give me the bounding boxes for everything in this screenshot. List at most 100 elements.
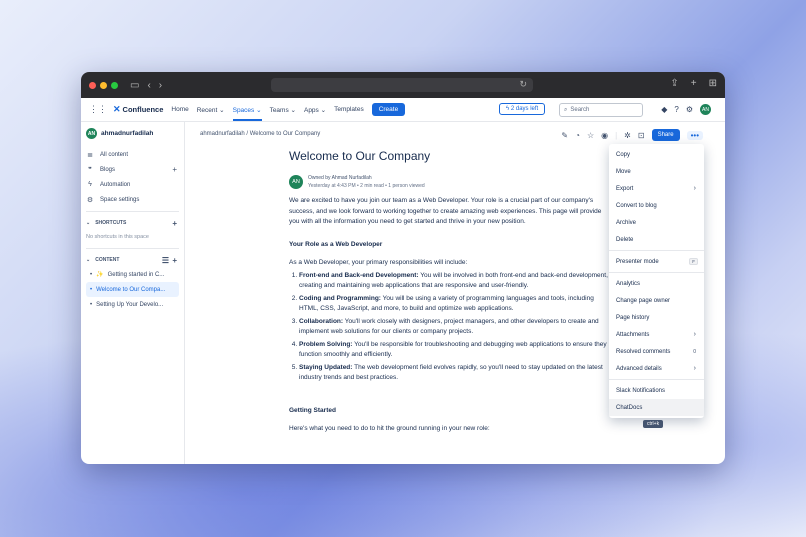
confluence-logo[interactable]: ✕ Confluence — [113, 104, 163, 115]
keyboard-shortcut: F — [689, 258, 698, 265]
menu-item-attachments[interactable]: Attachments › — [609, 326, 704, 343]
menu-item-advanced-details[interactable]: Advanced details › — [609, 360, 704, 377]
breadcrumb-page-link[interactable]: Welcome to Our Company — [250, 131, 321, 137]
menu-divider — [609, 379, 704, 380]
page-meta: Yesterday at 4:43 PM • 2 min read • 1 pe… — [308, 183, 425, 189]
help-icon[interactable]: ? — [674, 105, 678, 114]
notifications-icon[interactable]: ◆ — [661, 105, 667, 114]
menu-item-convert-to-blog[interactable]: Convert to blog — [609, 197, 704, 214]
menu-divider — [609, 272, 704, 273]
menu-item-delete[interactable]: Delete — [609, 231, 704, 248]
sidebar-item-label: Space settings — [100, 196, 140, 203]
menu-item-change-page-owner[interactable]: Change page owner — [609, 292, 704, 309]
lightning-icon: ϟ — [506, 106, 510, 112]
chevron-right-icon: › — [693, 365, 696, 372]
sidebar-toggle-icon[interactable]: ▭ — [130, 80, 139, 91]
shortcuts-section-header[interactable]: ⌄ SHORTCUTS + — [86, 216, 179, 230]
breadcrumb-separator: / — [246, 131, 249, 137]
sidebar-item-all-content[interactable]: ≣ All content — [86, 147, 179, 162]
role-intro: As a Web Developer, your primary respons… — [289, 259, 468, 266]
restrictions-icon[interactable]: ⊡ — [638, 131, 645, 140]
nav-recent[interactable]: Recent ⌄ — [197, 106, 225, 114]
nav-templates[interactable]: Templates — [334, 106, 364, 113]
confluence-logo-icon: ✕ — [113, 104, 121, 114]
menu-item-resolved-comments[interactable]: Resolved comments 0 — [609, 343, 704, 360]
comment-icon[interactable]: ◔ — [575, 131, 580, 140]
ai-icon[interactable]: ✲ — [624, 131, 631, 140]
settings-icon[interactable]: ⚙ — [686, 105, 693, 114]
chevron-right-icon: › — [693, 185, 696, 192]
reload-icon[interactable]: ↻ — [519, 79, 527, 90]
space-header[interactable]: AN ahmadnurfadilah — [86, 128, 179, 139]
resolved-count: 0 — [693, 348, 696, 355]
create-button[interactable]: Create — [371, 103, 406, 116]
trial-button[interactable]: ϟ 2 days left — [499, 103, 546, 115]
content-label: CONTENT — [95, 257, 120, 263]
profile-avatar[interactable]: AN — [700, 104, 711, 115]
menu-item-presenter-mode[interactable]: Presenter mode F — [609, 253, 704, 270]
intro-paragraph: We are excited to have you join our team… — [289, 197, 602, 225]
chevron-right-icon: › — [693, 331, 696, 338]
app-switcher-icon[interactable]: ⋮⋮ — [89, 104, 107, 115]
sidebar-item-blogs[interactable]: ❞ Blogs + — [86, 162, 179, 177]
address-bar[interactable]: ↻ — [271, 78, 533, 92]
menu-item-analytics[interactable]: Analytics — [609, 275, 704, 292]
search-input[interactable]: ⌕ Search — [559, 103, 643, 117]
filter-icon[interactable]: ☰ — [162, 256, 169, 265]
more-actions-button[interactable]: ••• — [686, 130, 703, 140]
confluence-topnav: ⋮⋮ ✕ Confluence Home Recent ⌄ Spaces ⌄ Te… — [81, 98, 725, 122]
watch-icon[interactable]: ◉ — [601, 131, 608, 140]
close-window-button[interactable] — [89, 81, 96, 89]
add-content-icon[interactable]: + — [172, 256, 177, 265]
edit-icon[interactable]: ✎ — [561, 131, 568, 140]
menu-item-slack-notifications[interactable]: Slack Notifications — [609, 382, 704, 399]
list-icon: ≣ — [87, 151, 93, 159]
menu-item-chatdocs[interactable]: ChatDocs — [609, 399, 704, 416]
lightning-icon: ϟ — [88, 181, 92, 188]
star-icon[interactable]: ☆ — [587, 131, 594, 140]
menu-item-archive[interactable]: Archive — [609, 214, 704, 231]
minimize-window-button[interactable] — [100, 81, 107, 89]
chevron-down-icon: ⌄ — [86, 220, 91, 226]
forward-icon[interactable]: › — [159, 80, 162, 91]
menu-item-page-history[interactable]: Page history — [609, 309, 704, 326]
nav-home[interactable]: Home — [171, 106, 188, 113]
menu-item-label: Attachments — [616, 331, 650, 338]
share-icon[interactable]: ⇪ — [670, 78, 678, 89]
more-actions-menu: Copy Move Export › Convert to blog Archiv… — [609, 144, 704, 418]
nav-spaces-label: Spaces — [232, 106, 255, 114]
gear-icon: ⚙ — [86, 196, 94, 204]
back-icon[interactable]: ‹ — [147, 80, 150, 91]
browser-titlebar: ▭ ‹ › ↻ ⇪ + ⊞ — [81, 72, 725, 98]
list-item: Coding and Programming: You will be usin… — [299, 294, 611, 315]
menu-item-export[interactable]: Export › — [609, 180, 704, 197]
add-shortcut-icon[interactable]: + — [172, 219, 177, 228]
add-blog-icon[interactable]: + — [172, 165, 177, 174]
page-tree-item[interactable]: • ✨ Getting started in C... — [86, 267, 179, 282]
tab-overview-icon[interactable]: ⊞ — [709, 78, 717, 89]
page-tree-item[interactable]: • Setting Up Your Develo... — [86, 297, 179, 312]
menu-item-copy[interactable]: Copy — [609, 146, 704, 163]
menu-item-label: Export — [616, 185, 634, 192]
list-item: Front-end and Back-end Development: You … — [299, 271, 611, 292]
share-button[interactable]: Share — [651, 129, 680, 141]
sidebar-item-space-settings[interactable]: ⚙ Space settings — [86, 192, 179, 207]
divider: | — [615, 130, 618, 140]
breadcrumb: ahmadnurfadilah / Welcome to Our Company — [200, 131, 320, 137]
nav-teams[interactable]: Teams ⌄ — [270, 106, 296, 114]
owner-avatar[interactable]: AN — [289, 175, 303, 189]
breadcrumb-space-link[interactable]: ahmadnurfadilah — [200, 131, 245, 137]
new-tab-icon[interactable]: + — [691, 78, 697, 89]
menu-item-label: Presenter mode — [616, 258, 659, 265]
role-heading: Your Role as a Web Developer — [289, 240, 383, 248]
nav-spaces[interactable]: Spaces ⌄ — [232, 106, 262, 121]
celebration-icon: ✨ — [96, 272, 104, 278]
page-tree-item-active[interactable]: • Welcome to Our Compa... — [86, 282, 179, 297]
sidebar-item-label: Automation — [100, 181, 131, 188]
nav-apps[interactable]: Apps ⌄ — [304, 106, 326, 114]
maximize-window-button[interactable] — [111, 81, 118, 89]
sidebar-item-automation[interactable]: ϟ Automation — [86, 177, 179, 192]
menu-item-move[interactable]: Move — [609, 163, 704, 180]
content-section-header[interactable]: ⌄ CONTENT ☰ + — [86, 253, 179, 267]
list-item-title: Coding and Programming: — [299, 294, 381, 302]
